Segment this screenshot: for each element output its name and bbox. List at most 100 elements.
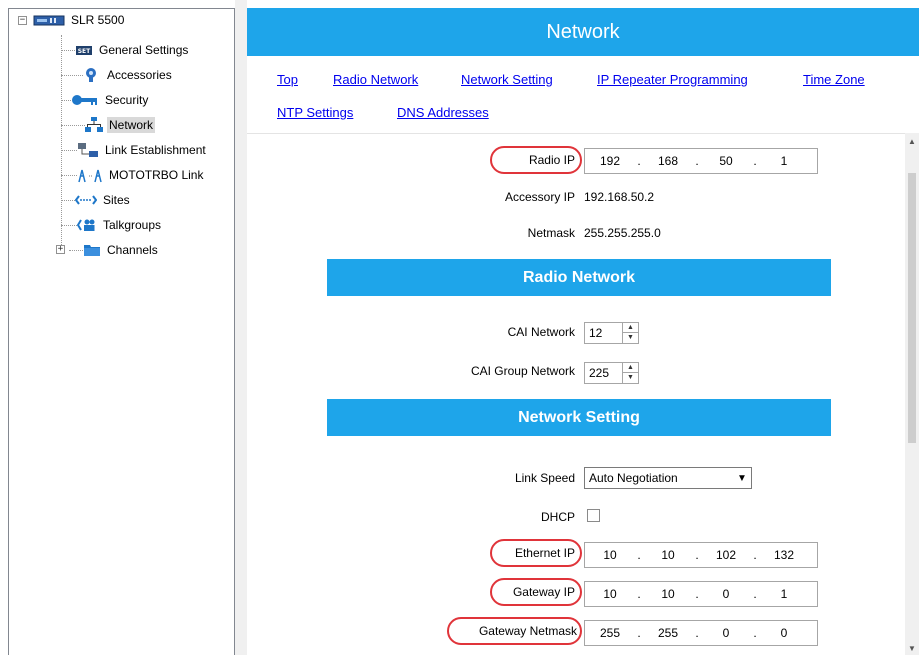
collapse-icon[interactable]: − — [18, 16, 27, 25]
tree-item-label: General Settings — [99, 43, 189, 57]
dhcp-label: DHCP — [540, 510, 575, 524]
tree-item-label: Link Establishment — [105, 143, 206, 157]
tree-item-label: Channels — [107, 243, 158, 257]
nav-link-time-zone[interactable]: Time Zone — [803, 72, 865, 87]
tree-item-label: Security — [105, 93, 149, 107]
link-speed-select[interactable]: Auto Negotiation ▼ — [584, 467, 752, 489]
tree-item-link-establishment[interactable]: Link Establishment — [77, 139, 208, 161]
tree-item-label: Network — [107, 117, 156, 133]
tree-item-label: Talkgroups — [103, 218, 162, 232]
ip-octet: 10 — [661, 587, 675, 601]
settings-icon: SET — [75, 42, 93, 58]
ethernet-ip-input[interactable]: 10. 10. 102. 132 — [584, 542, 818, 568]
link-icon — [77, 142, 99, 158]
tree-root-slr5500[interactable]: SLR 5500 — [33, 9, 126, 31]
tree-connector — [61, 35, 62, 249]
nav-link-dns-addresses[interactable]: DNS Addresses — [397, 105, 489, 120]
sites-icon — [74, 192, 98, 208]
tree-connector — [61, 125, 85, 126]
netmask-value: 255.255.255.0 — [584, 226, 661, 240]
folder-icon — [83, 242, 101, 258]
cai-group-network-value: 225 — [589, 366, 610, 380]
tree-item-label: MOTOTRBO Link — [109, 168, 204, 182]
nav-link-network-setting[interactable]: Network Setting — [461, 72, 553, 87]
ip-octet: 192 — [599, 154, 621, 168]
tree-root-label: SLR 5500 — [71, 13, 125, 27]
section-header-network-setting: Network Setting — [327, 399, 831, 436]
tree-connector — [61, 175, 77, 176]
ip-octet: 50 — [719, 154, 733, 168]
gateway-netmask-input[interactable]: 255. 255. 0. 0 — [584, 620, 818, 646]
cai-group-network-stepper[interactable]: 225 ▲ ▼ — [584, 362, 639, 384]
dropdown-arrow-icon[interactable]: ▼ — [733, 473, 751, 484]
ip-octet: 168 — [657, 154, 679, 168]
scroll-down-icon[interactable]: ▼ — [908, 644, 916, 653]
dhcp-checkbox[interactable] — [587, 509, 600, 522]
tree-item-general-settings[interactable]: SET General Settings — [75, 39, 190, 61]
tree-item-mototrbo-link[interactable]: MOTOTRBO Link — [77, 164, 205, 186]
panel-splitter[interactable] — [235, 0, 247, 655]
ip-octet: 0 — [722, 626, 730, 640]
cai-network-label: CAI Network — [507, 325, 575, 339]
network-icon — [85, 117, 103, 133]
cai-network-value: 12 — [589, 326, 603, 340]
gateway-ip-input[interactable]: 10. 10. 0. 1 — [584, 581, 818, 607]
ip-octet: 0 — [780, 626, 788, 640]
link-speed-value: Auto Negotiation — [589, 471, 678, 485]
ethernet-ip-label: Ethernet IP — [514, 546, 575, 560]
scroll-up-icon[interactable]: ▲ — [908, 137, 916, 146]
settings-scroll-area: Radio IP 192. 168. 50. 1 Accessory IP 19… — [247, 133, 905, 655]
tree-item-label: Sites — [103, 193, 130, 207]
tree-connector — [61, 200, 75, 201]
radio-ip-label: Radio IP — [528, 153, 575, 167]
ip-octet: 10 — [661, 548, 675, 562]
link-speed-label: Link Speed — [514, 471, 575, 485]
section-header-radio-network: Radio Network — [327, 259, 831, 296]
vertical-scrollbar[interactable]: ▲ ▼ — [905, 133, 919, 655]
ip-octet: 1 — [780, 154, 788, 168]
ip-octet: 102 — [715, 548, 737, 562]
nav-link-radio-network[interactable]: Radio Network — [333, 72, 418, 87]
page-title: Network — [247, 8, 919, 56]
ip-octet: 255 — [599, 626, 621, 640]
accessories-icon — [83, 67, 101, 83]
expand-icon[interactable]: + — [56, 245, 65, 254]
stepper-down-icon[interactable]: ▼ — [623, 333, 638, 343]
accessory-ip-value: 192.168.50.2 — [584, 190, 655, 204]
tree-item-security[interactable]: Security — [71, 89, 150, 111]
nav-link-top[interactable]: Top — [277, 72, 298, 87]
ip-octet: 0 — [722, 587, 730, 601]
ip-octet: 255 — [657, 626, 679, 640]
tree-item-accessories[interactable]: Accessories — [83, 64, 174, 86]
tree-item-sites[interactable]: Sites — [74, 189, 132, 211]
ip-octet: 1 — [780, 587, 788, 601]
cai-network-stepper[interactable]: 12 ▲ ▼ — [584, 322, 639, 344]
mototrbo-link-icon — [77, 167, 103, 183]
scrollbar-thumb[interactable] — [908, 173, 916, 443]
gateway-ip-label: Gateway IP — [512, 585, 575, 599]
stepper-up-icon[interactable]: ▲ — [623, 323, 638, 333]
talkgroups-icon — [76, 217, 97, 233]
content-panel: Network Top Radio Network Network Settin… — [247, 8, 919, 655]
netmask-label: Netmask — [527, 226, 575, 240]
nav-link-ip-repeater-programming[interactable]: IP Repeater Programming — [597, 72, 748, 87]
stepper-down-icon[interactable]: ▼ — [623, 373, 638, 383]
repeater-icon — [33, 12, 65, 28]
navigation-tree: − SLR 5500 SET General Settings Accessor… — [8, 8, 235, 655]
tree-connector — [61, 100, 71, 101]
stepper-buttons[interactable]: ▲ ▼ — [622, 323, 638, 343]
tree-item-talkgroups[interactable]: Talkgroups — [76, 214, 163, 236]
tree-item-channels[interactable]: Channels — [83, 239, 160, 261]
accessory-ip-label: Accessory IP — [504, 190, 575, 204]
nav-link-ntp-settings[interactable]: NTP Settings — [277, 105, 353, 120]
key-icon — [71, 92, 99, 108]
tree-item-network[interactable]: Network — [85, 114, 156, 136]
svg-text:SET: SET — [78, 48, 91, 55]
tree-connector — [61, 225, 77, 226]
ip-octet: 10 — [603, 587, 617, 601]
tree-connector — [61, 75, 83, 76]
stepper-up-icon[interactable]: ▲ — [623, 363, 638, 373]
tree-connector — [69, 250, 83, 251]
radio-ip-input[interactable]: 192. 168. 50. 1 — [584, 148, 818, 174]
stepper-buttons[interactable]: ▲ ▼ — [622, 363, 638, 383]
